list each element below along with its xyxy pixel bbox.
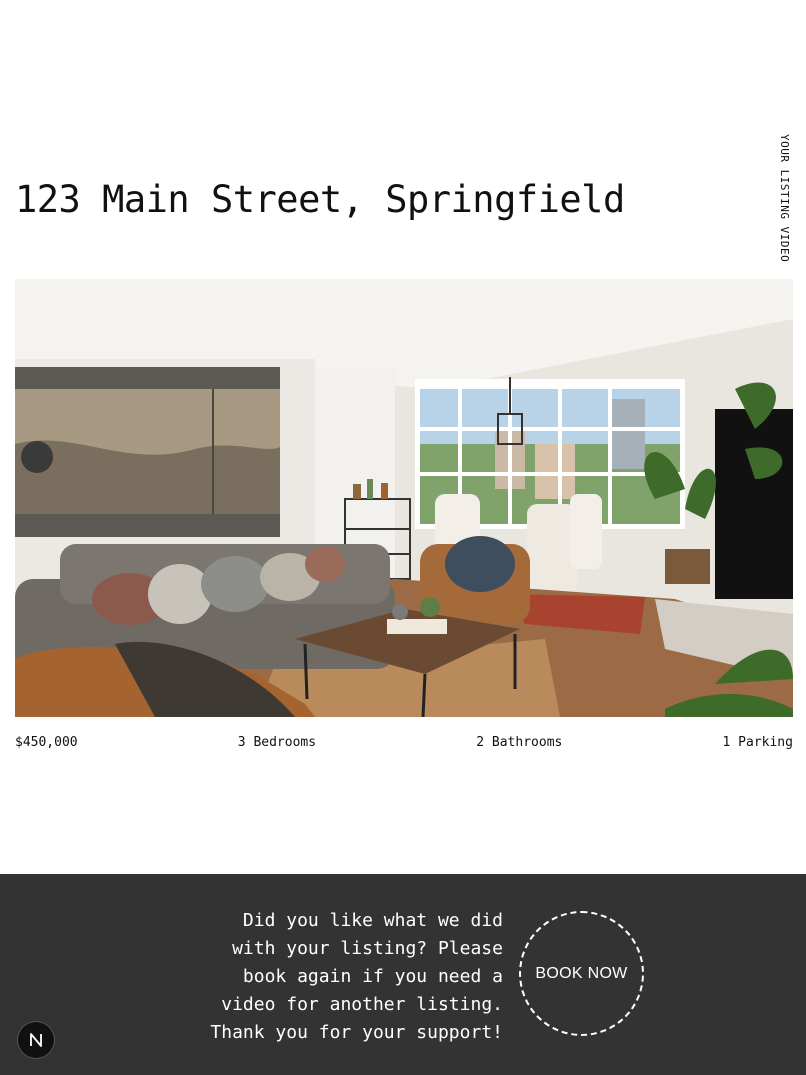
book-now-button[interactable]: BOOK NOW [519,911,644,1036]
n-glyph-icon [30,1033,42,1047]
bedrooms-stat: 3 Bedrooms [237,735,317,750]
parking-stat: 1 Parking [722,735,793,750]
listing-stats-row: $450,000 3 Bedrooms 2 Bathrooms 1 Parkin… [15,735,793,750]
side-label: YOUR LISTING VIDEO [778,134,791,263]
listing-address-title: 123 Main Street, Springfield [15,178,625,221]
price-stat: $450,000 [15,735,78,750]
footer: Did you like what we did with your listi… [0,874,806,1075]
living-room-photo-illustration [15,279,793,717]
bathrooms-stat: 2 Bathrooms [476,735,563,750]
next-logo-icon[interactable] [18,1022,54,1058]
listing-photo [15,279,793,717]
footer-message: Did you like what we did with your listi… [210,910,503,1043]
